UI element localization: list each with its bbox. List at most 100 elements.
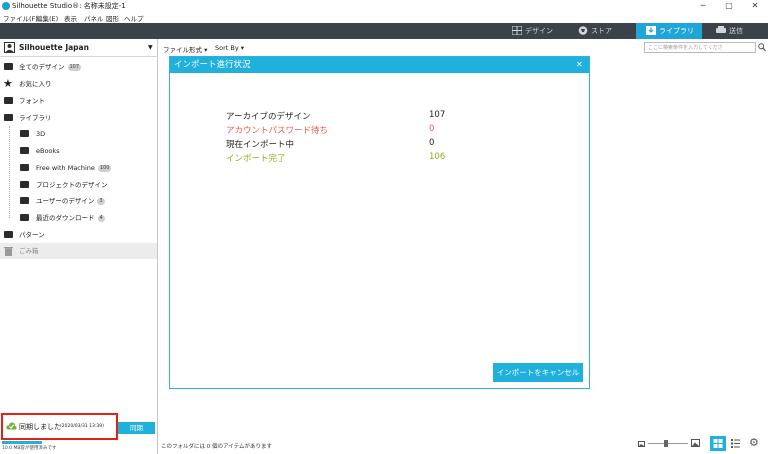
search-input[interactable]: ここに検索条件を入力してくださ bbox=[644, 42, 756, 53]
sync-timestamp: (2020/03/31 13:39) bbox=[60, 424, 104, 429]
tab-send-label: 送信 bbox=[729, 27, 743, 35]
file-format-label: ファイル形式 bbox=[163, 46, 202, 54]
grid-icon bbox=[512, 26, 522, 35]
folder-icon bbox=[4, 63, 13, 70]
menu-panel[interactable]: パネル bbox=[84, 13, 104, 23]
sidebar-item-free-with-machine[interactable]: Free with Machine 100 bbox=[0, 160, 157, 176]
menu-bar: ファイル(F) 編集(E) 表示 パネル 図形 ヘルプ bbox=[0, 12, 768, 23]
window-title: Silhouette Studio®: 名称未設定-1 bbox=[12, 2, 126, 10]
account-selector[interactable]: Silhouette Japan ▼ bbox=[0, 39, 158, 57]
sort-by-label: Sort By bbox=[215, 44, 239, 52]
chevron-down-icon: ▾ bbox=[204, 46, 208, 54]
sidebar-item-label: 3D bbox=[36, 130, 46, 138]
sort-by-dropdown[interactable]: Sort By ▾ bbox=[215, 44, 244, 52]
zoom-slider-handle[interactable] bbox=[664, 440, 668, 447]
trash-icon bbox=[4, 247, 13, 256]
sidebar-item-3d[interactable]: 3D bbox=[0, 126, 157, 142]
sync-button[interactable]: 同期 bbox=[118, 422, 155, 434]
sidebar-item-label: ユーザーのデザイン bbox=[36, 197, 95, 205]
storage-text: 10.0 MB容が使用済みです bbox=[2, 446, 57, 451]
import-progress-dialog: インポート進行状況 ✕ アーカイブのデザイン 107 アカウントパスワード待ち … bbox=[169, 56, 590, 389]
sidebar-item-project-designs[interactable]: プロジェクトのデザイン bbox=[0, 177, 157, 193]
tab-design[interactable]: デザイン bbox=[512, 23, 576, 39]
stat-importing-value: 0 bbox=[429, 138, 435, 148]
sidebar-item-label: 最近のダウンロード bbox=[36, 214, 95, 222]
stat-importing-label: 現在インポート中 bbox=[226, 140, 295, 150]
account-name: Silhouette Japan bbox=[19, 43, 89, 52]
list-view-icon[interactable] bbox=[731, 439, 740, 448]
count-badge: 4 bbox=[97, 215, 105, 222]
file-format-dropdown[interactable]: ファイル形式 ▾ bbox=[163, 44, 207, 54]
sidebar-item-ebooks[interactable]: eBooks bbox=[0, 143, 157, 159]
dialog-title: インポート進行状況 bbox=[174, 60, 251, 70]
store-icon bbox=[578, 26, 588, 35]
stat-archive-value: 107 bbox=[429, 110, 446, 120]
tab-send[interactable]: 送信 bbox=[716, 23, 768, 39]
count-badge: 3 bbox=[97, 198, 105, 205]
count-badge: 100 bbox=[97, 165, 112, 172]
sidebar-item-label: 全てのデザイン bbox=[19, 63, 65, 71]
dialog-header: インポート進行状況 ✕ bbox=[170, 57, 589, 73]
stat-archive-label: アーカイブのデザイン bbox=[226, 112, 311, 122]
sidebar-item-label: プロジェクトのデザイン bbox=[36, 181, 108, 189]
maximize-button[interactable]: ▢ bbox=[716, 0, 742, 12]
sidebar-item-label: フォント bbox=[19, 97, 45, 105]
gear-icon[interactable]: ⚙ bbox=[749, 436, 759, 449]
menu-view[interactable]: 表示 bbox=[64, 13, 77, 23]
user-icon bbox=[4, 42, 15, 53]
tab-store-label: ストア bbox=[591, 27, 612, 35]
large-image-icon bbox=[691, 439, 700, 447]
menu-file[interactable]: ファイル(F) bbox=[3, 13, 38, 23]
tab-library-label: ライブラリ bbox=[659, 27, 694, 35]
sidebar-item-trash[interactable]: ごみ箱 bbox=[0, 243, 157, 259]
folder-icon bbox=[20, 214, 29, 221]
app-logo-icon bbox=[2, 2, 10, 10]
star-icon: ★ bbox=[3, 77, 13, 90]
search-icon[interactable] bbox=[758, 43, 766, 52]
chevron-down-icon: ▼ bbox=[148, 44, 153, 51]
stat-password-value: 0 bbox=[429, 124, 435, 134]
menu-shapes[interactable]: 図形 bbox=[106, 13, 119, 23]
sidebar-item-user-designs[interactable]: ユーザーのデザイン 3 bbox=[0, 193, 157, 209]
tab-store[interactable]: ストア bbox=[578, 23, 642, 39]
stat-complete-label: インポート完了 bbox=[226, 154, 286, 164]
send-icon bbox=[716, 26, 726, 33]
sidebar-item-label: お気に入り bbox=[19, 80, 52, 88]
top-nav: デザイン ストア ライブラリ 送信 bbox=[0, 23, 768, 39]
zoom-slider[interactable] bbox=[648, 443, 688, 444]
library-icon bbox=[646, 26, 656, 35]
sidebar-item-all-designs[interactable]: 全てのデザイン 107 bbox=[0, 59, 157, 75]
cloud-check-icon bbox=[6, 422, 17, 430]
sidebar-item-label: パターン bbox=[19, 231, 45, 239]
tab-design-label: デザイン bbox=[525, 27, 553, 35]
sync-label: 同期しました bbox=[19, 423, 61, 431]
chevron-down-icon: ▾ bbox=[240, 44, 245, 52]
close-window-button[interactable]: ✕ bbox=[742, 0, 768, 12]
storage-progress-fill bbox=[2, 441, 42, 444]
storage-progress bbox=[2, 441, 42, 444]
sync-status: 同期しました (2020/03/31 13:39) bbox=[1, 413, 118, 440]
folder-open-icon bbox=[4, 114, 13, 121]
folder-icon bbox=[20, 197, 29, 204]
dialog-close-icon[interactable]: ✕ bbox=[576, 57, 583, 73]
cancel-import-button[interactable]: インポートをキャンセル bbox=[493, 363, 583, 382]
menu-help[interactable]: ヘルプ bbox=[124, 13, 144, 23]
tab-library[interactable]: ライブラリ bbox=[636, 23, 702, 39]
folder-icon bbox=[20, 181, 29, 188]
sidebar-item-recent-downloads[interactable]: 最近のダウンロード 4 bbox=[0, 210, 157, 226]
sidebar-item-label: ごみ箱 bbox=[19, 247, 39, 255]
sidebar-item-library[interactable]: ライブラリ bbox=[0, 110, 157, 126]
sidebar-item-favorites[interactable]: ★ お気に入り bbox=[0, 76, 157, 92]
menu-edit[interactable]: 編集(E) bbox=[36, 13, 58, 23]
minimize-button[interactable]: ─ bbox=[690, 0, 716, 12]
grid-view-icon bbox=[713, 439, 723, 448]
stat-password-label: アカウントパスワード待ち bbox=[226, 126, 329, 136]
status-text: このフォルダには 0 個のアイテムがあります bbox=[161, 444, 272, 450]
folder-icon bbox=[4, 97, 13, 104]
sidebar-item-patterns[interactable]: パターン bbox=[0, 227, 157, 243]
small-image-icon bbox=[638, 441, 645, 447]
count-badge: 107 bbox=[67, 64, 82, 71]
grid-view-button[interactable] bbox=[710, 436, 726, 451]
sidebar-item-fonts[interactable]: フォント bbox=[0, 93, 157, 109]
sidebar-item-label: ライブラリ bbox=[19, 114, 52, 122]
